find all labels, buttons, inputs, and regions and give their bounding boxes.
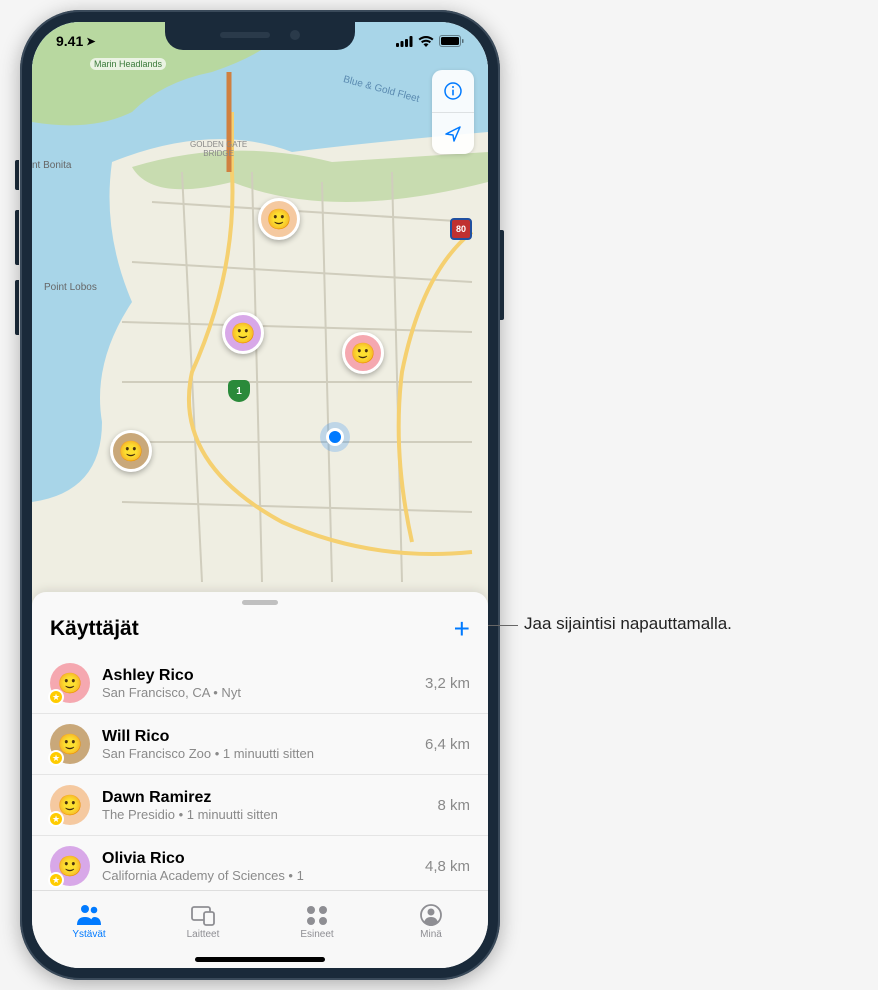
home-indicator[interactable] — [195, 957, 325, 962]
share-location-button[interactable]: + — [454, 615, 470, 643]
tab-label: Laitteet — [187, 929, 220, 940]
person-subtitle: California Academy of Sciences • 1 — [102, 868, 413, 883]
person-row[interactable]: 🙂 ★ Ashley Rico San Francisco, CA • Nyt … — [32, 653, 488, 714]
map-person-pin[interactable]: 🙂 — [222, 312, 264, 354]
person-row[interactable]: 🙂 ★ Olivia Rico California Academy of Sc… — [32, 836, 488, 896]
route-shield-1: 1 — [228, 380, 250, 402]
tab-items[interactable]: Esineet — [260, 891, 374, 952]
person-name: Will Rico — [102, 728, 413, 746]
person-distance: 4,8 km — [425, 858, 470, 875]
map-view[interactable]: Marin Headlands nt Bonita Point Lobos GO… — [32, 22, 488, 612]
status-time: 9.41 — [56, 33, 83, 49]
tab-me[interactable]: Minä — [374, 891, 488, 952]
person-distance: 8 km — [437, 797, 470, 814]
map-person-pin[interactable]: 🙂 — [110, 430, 152, 472]
favorite-star-icon: ★ — [48, 750, 64, 766]
cellular-signal-icon — [396, 36, 413, 47]
person-name: Ashley Rico — [102, 667, 413, 685]
person-name: Olivia Rico — [102, 850, 413, 868]
callout-text: Jaa sijaintisi napauttamalla. — [524, 614, 732, 634]
person-distance: 6,4 km — [425, 736, 470, 753]
panel-grabber[interactable] — [242, 600, 278, 605]
people-list: 🙂 ★ Ashley Rico San Francisco, CA • Nyt … — [32, 653, 488, 896]
tab-label: Esineet — [300, 929, 333, 940]
map-poi-marin: Marin Headlands — [90, 58, 166, 70]
tab-label: Ystävät — [72, 929, 105, 940]
battery-icon — [439, 35, 464, 47]
favorite-star-icon: ★ — [48, 689, 64, 705]
devices-icon — [190, 903, 216, 927]
map-person-pin[interactable]: 🙂 — [258, 198, 300, 240]
tab-people[interactable]: Ystävät — [32, 891, 146, 952]
map-label-bonita: nt Bonita — [32, 160, 71, 171]
person-icon — [418, 903, 444, 927]
tab-devices[interactable]: Laitteet — [146, 891, 260, 952]
person-subtitle: The Presidio • 1 minuutti sitten — [102, 807, 425, 822]
people-icon — [76, 903, 102, 927]
map-label-lobos: Point Lobos — [44, 282, 97, 293]
person-distance: 3,2 km — [425, 675, 470, 692]
tab-label: Minä — [420, 929, 442, 940]
person-subtitle: San Francisco, CA • Nyt — [102, 685, 413, 700]
map-controls — [432, 70, 474, 154]
favorite-star-icon: ★ — [48, 811, 64, 827]
items-icon — [304, 903, 330, 927]
phone-frame: 9.41 ➤ — [20, 10, 500, 980]
notch — [165, 22, 355, 50]
person-row[interactable]: 🙂 ★ Will Rico San Francisco Zoo • 1 minu… — [32, 714, 488, 775]
wifi-icon — [418, 36, 434, 47]
people-panel[interactable]: Käyttäjät + 🙂 ★ Ashley Rico San Francisc… — [32, 592, 488, 890]
panel-title: Käyttäjät — [50, 617, 139, 641]
person-row[interactable]: 🙂 ★ Dawn Ramirez The Presidio • 1 minuut… — [32, 775, 488, 836]
location-services-icon: ➤ — [86, 35, 95, 48]
map-info-button[interactable] — [432, 70, 474, 112]
person-name: Dawn Ramirez — [102, 789, 425, 807]
favorite-star-icon: ★ — [48, 872, 64, 888]
current-location-dot — [326, 428, 344, 446]
map-person-pin[interactable]: 🙂 — [342, 332, 384, 374]
route-shield-80: 80 — [450, 218, 472, 240]
map-locate-button[interactable] — [432, 112, 474, 154]
person-subtitle: San Francisco Zoo • 1 minuutti sitten — [102, 746, 413, 761]
map-label-ggb: GOLDEN GATE BRIDGE — [190, 140, 247, 158]
phone-screen: 9.41 ➤ — [32, 22, 488, 968]
